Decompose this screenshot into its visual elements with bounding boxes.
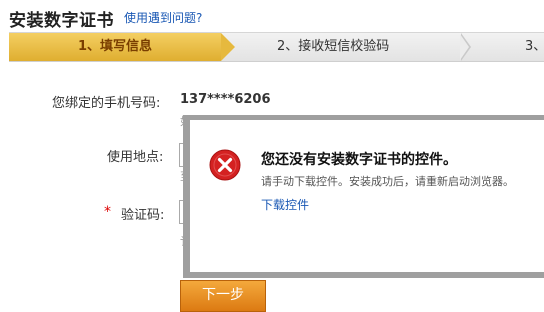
control-missing-dialog: 您还没有安装数字证书的控件。 请手动下载控件。安装成功后，请重新启动浏览器。 下…	[190, 120, 544, 272]
dialog-title: 您还没有安装数字证书的控件。	[261, 152, 457, 168]
code-label: 验证码:	[121, 208, 165, 223]
phone-value: 137****6206	[180, 92, 271, 107]
error-icon	[209, 149, 241, 181]
dialog-message: 请手动下载控件。安装成功后，请重新启动浏览器。	[261, 175, 514, 188]
help-link[interactable]: 使用遇到问题?	[124, 9, 202, 26]
step-1-fill-info: 1、填写信息	[9, 33, 235, 61]
step-2-receive-sms: 2、接收短信校验码	[277, 39, 390, 54]
step-3: 3、	[525, 39, 544, 54]
page-title: 安装数字证书	[9, 11, 114, 31]
location-label: 使用地点:	[107, 150, 164, 165]
step-arrow	[221, 33, 235, 61]
step-progress-bar: 1、填写信息 2、接收短信校验码 3、	[9, 32, 544, 62]
phone-label: 您绑定的手机号码:	[52, 96, 161, 111]
required-mark: *	[104, 204, 111, 220]
step-separator	[460, 33, 471, 61]
step-1-label: 1、填写信息	[77, 39, 153, 54]
next-button[interactable]: 下一步	[180, 280, 266, 312]
download-control-link[interactable]: 下载控件	[261, 196, 309, 213]
